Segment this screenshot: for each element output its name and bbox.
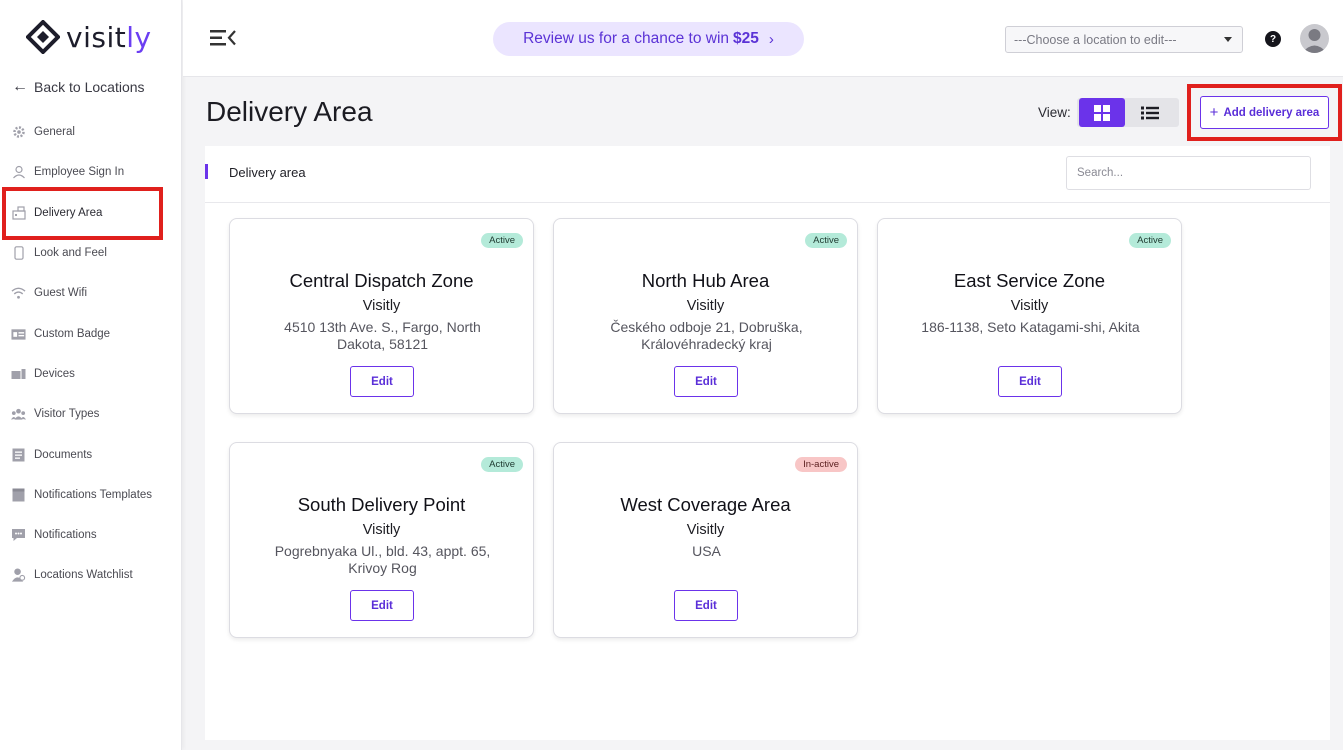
panel-header: Delivery area [205,146,1330,203]
status-badge: Active [1129,233,1171,248]
card-organization: Visitly [686,522,725,538]
menu-collapse-icon[interactable] [209,26,237,50]
logo: visitly [26,20,152,54]
back-to-locations-link[interactable]: ← Back to Locations [12,78,145,96]
watchlist-icon [11,568,26,583]
card-title: West Coverage Area [620,494,791,515]
logo-diamond-icon [26,20,60,54]
sidebar-item-documents[interactable]: Documents [0,434,182,474]
sidebar-item-label: Custom Badge [34,327,111,340]
sidebar-item-custom-badge[interactable]: Custom Badge [0,313,182,353]
template-icon [11,487,26,502]
search-input[interactable] [1066,156,1311,190]
card-organization: Visitly [362,298,401,314]
sidebar-item-label: Documents [34,448,93,461]
wifi-icon [11,286,26,301]
delivery-area-card: Active North Hub Area Visitly Českého od… [553,218,858,414]
visitors-icon [11,407,26,422]
card-address: 4510 13th Ave. S., Fargo, North Dakota, … [284,319,481,352]
page-title: Delivery Area [206,96,373,127]
sidebar-item-notifications[interactable]: Notifications [0,515,182,555]
badge-icon [11,326,26,341]
sidebar-item-label: Notifications Templates [34,488,153,501]
card-address: 186-1138, Seto Katagami-shi, Akita [921,319,1140,335]
review-promo-banner[interactable]: Review us for a chance to win $25 › [493,22,804,56]
card-organization: Visitly [1010,298,1049,314]
status-badge: In-active [795,457,847,472]
view-label: View: [1038,105,1071,120]
chevron-right-icon: › [768,30,774,48]
panel-accent-bar [205,164,208,179]
user-avatar-icon [1302,29,1327,53]
view-toggle [1077,98,1179,127]
status-badge: Active [481,233,523,248]
avatar[interactable] [1300,24,1329,53]
sidebar-item-label: Visitor Types [34,408,100,421]
chat-icon [11,528,26,543]
edit-button[interactable]: Edit [998,366,1062,397]
caret-down-icon [1224,37,1232,42]
card-address: Pogrebnyaka Ul., bld. 43, appt. 65, Kriv… [274,543,491,576]
edit-button[interactable]: Edit [674,366,738,397]
arrow-left-icon: ← [12,78,28,95]
card-title: East Service Zone [953,270,1106,291]
sidebar-item-label: Guest Wifi [34,287,88,300]
devices-icon [11,366,26,381]
card-address: Českého odboje 21, Dobruška, Královéhrad… [610,319,803,352]
help-icon[interactable]: ? [1265,31,1281,47]
sidebar-item-locations-watchlist[interactable]: Locations Watchlist [0,555,182,595]
location-select-value: ---Choose a location to edit--- [1014,32,1177,47]
card-title: North Hub Area [641,270,770,291]
highlight-box-delivery-area [2,187,163,240]
sidebar-item-guest-wifi[interactable]: Guest Wifi [0,273,182,313]
grid-icon [1094,104,1110,121]
gear-icon [11,125,26,140]
status-badge: Active [481,457,523,472]
sidebar: visitly ← Back to Locations General Empl… [0,0,182,750]
document-icon [11,447,26,462]
list-icon [1141,106,1159,119]
edit-button[interactable]: Edit [674,590,738,621]
top-bar: Review us for a chance to win $25 › ---C… [183,0,1343,77]
logo-text: visitly [66,20,152,54]
promo-amount: $25 [733,30,759,47]
promo-text: Review us for a chance to win [523,30,730,47]
sidebar-item-devices[interactable]: Devices [0,354,182,394]
sidebar-nav: General Employee Sign In Delivery Area L… [0,112,182,596]
card-organization: Visitly [362,522,401,538]
sidebar-item-label: General [34,126,75,139]
location-select[interactable]: ---Choose a location to edit--- [1005,26,1243,53]
delivery-area-card: Active South Delivery Point Visitly Pogr… [229,442,534,638]
card-organization: Visitly [686,298,725,314]
sidebar-item-label: Look and Feel [34,247,107,260]
delivery-area-panel: Delivery area Active Central Dispatch Zo… [205,146,1330,740]
card-title: Central Dispatch Zone [289,270,474,291]
phone-icon [11,246,26,261]
status-badge: Active [805,233,847,248]
sidebar-item-label: Notifications [34,529,97,542]
highlight-box-add-button [1187,84,1342,141]
card-address: USA [692,543,721,559]
delivery-area-card: Active Central Dispatch Zone Visitly 451… [229,218,534,414]
delivery-area-card: Active East Service Zone Visitly 186-113… [877,218,1182,414]
back-label: Back to Locations [34,79,145,95]
sidebar-item-label: Locations Watchlist [34,569,133,582]
sidebar-item-notifications-templates[interactable]: Notifications Templates [0,475,182,515]
panel-title: Delivery area [229,165,306,180]
sidebar-item-general[interactable]: General [0,112,182,152]
sidebar-item-label: Employee Sign In [34,166,125,179]
sidebar-item-visitor-types[interactable]: Visitor Types [0,394,182,434]
edit-button[interactable]: Edit [350,366,414,397]
list-view-button[interactable] [1125,98,1175,127]
edit-button[interactable]: Edit [350,590,414,621]
sidebar-item-label: Devices [34,367,75,380]
user-icon [11,165,26,180]
delivery-area-card: In-active West Coverage Area Visitly USA… [553,442,858,638]
card-title: South Delivery Point [297,494,466,515]
grid-view-button[interactable] [1079,98,1125,127]
